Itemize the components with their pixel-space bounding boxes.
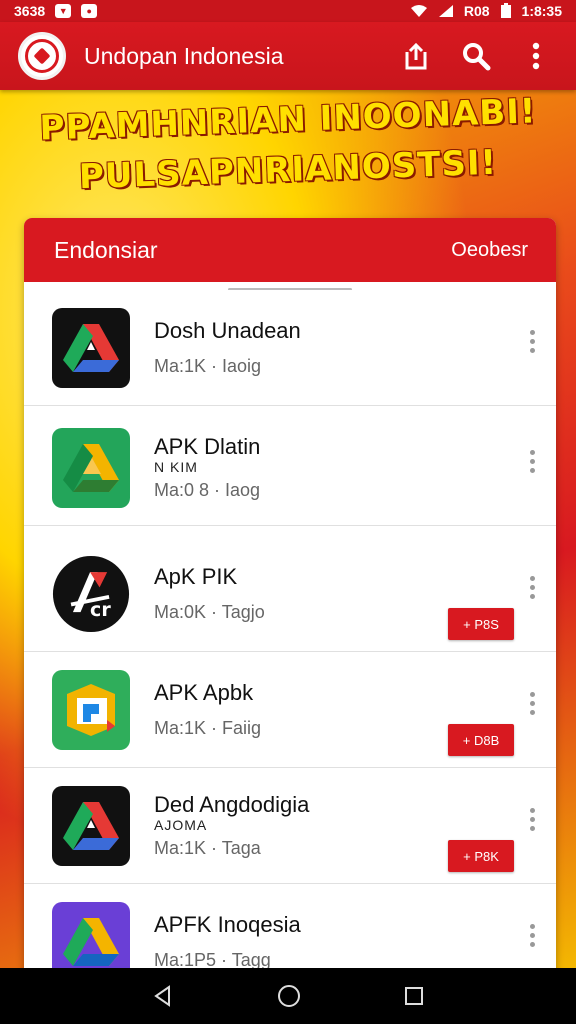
app-name: Dosh Unadean	[154, 318, 301, 343]
status-time-right: 1:8:35	[521, 3, 562, 19]
wifi-icon	[410, 5, 427, 17]
battery-icon	[500, 3, 511, 18]
app-list-card: Endonsiar Oeobesr Dosh Unadean Ma:1K · I…	[24, 218, 556, 978]
list-item[interactable]: APK Dlatin N KIM Ma:0 8 · Iaog	[24, 410, 556, 526]
more-vert-icon[interactable]	[526, 576, 538, 599]
apk-green-square-icon	[52, 669, 130, 750]
app-meta: Ma:1K · Iaoig	[154, 356, 262, 376]
more-vert-icon[interactable]	[526, 692, 538, 715]
svg-text:cr: cr	[90, 598, 111, 620]
battery-text: R08	[463, 3, 490, 19]
app-name: APK Dlatin	[154, 434, 261, 459]
card-header-left[interactable]: Endonsiar	[54, 237, 158, 264]
app-bar: Undopan Indonesia	[0, 22, 576, 90]
drive-purple-icon	[52, 901, 130, 978]
notification-icon: ●	[81, 4, 98, 18]
more-vert-icon[interactable]	[526, 924, 538, 947]
card-header-right[interactable]: Oeobesr	[451, 239, 528, 262]
more-vert-icon[interactable]	[514, 34, 558, 78]
app-title: Undopan Indonesia	[84, 42, 284, 69]
card-header: Endonsiar Oeobesr	[24, 218, 556, 282]
app-subtitle: AJOMA	[154, 817, 208, 833]
list-item[interactable]: Dosh Unadean Ma:1K · Iaoig	[24, 290, 556, 406]
app-name: APK Apbk	[154, 680, 254, 705]
app-meta: Ma:0 8 · Iaog	[154, 480, 261, 500]
drive-green-icon	[52, 427, 130, 508]
recents-icon[interactable]	[403, 985, 425, 1007]
install-button[interactable]: + P8K	[448, 840, 514, 872]
status-time-left: 3638	[14, 3, 46, 19]
drive-dark-icon	[52, 307, 130, 388]
app-name: APFK Inoqesia	[154, 912, 301, 937]
home-icon[interactable]	[276, 983, 302, 1009]
more-vert-icon[interactable]	[526, 808, 538, 831]
more-vert-icon[interactable]	[526, 330, 538, 353]
search-icon[interactable]	[454, 34, 498, 78]
list-item[interactable]: cr ApK PIK Ma:0K · Tagjo + P8S	[24, 536, 556, 652]
install-button[interactable]: + P8S	[448, 608, 514, 640]
app-subtitle: N KIM	[154, 459, 198, 475]
app-name: ApK PIK	[154, 564, 238, 589]
navigation-bar	[0, 968, 576, 1024]
back-icon[interactable]	[151, 984, 175, 1008]
more-vert-icon[interactable]	[526, 450, 538, 473]
status-bar: 3638 ▼ ● R08 1:8:35	[0, 0, 576, 22]
notification-icon: ▼	[55, 4, 72, 18]
install-button[interactable]: + D8B	[448, 724, 514, 756]
apk-black-circle-icon: cr	[52, 554, 130, 634]
logo-seal-icon[interactable]	[18, 32, 66, 80]
list-item[interactable]: APFK Inoqesia Ma:1P5 · Tagg	[24, 884, 556, 978]
drive-dark-icon	[52, 785, 130, 866]
app-name: Ded Angdodigia	[154, 792, 310, 817]
share-icon[interactable]	[394, 34, 438, 78]
list-item[interactable]: APK Apbk Ma:1K · Faiig + D8B	[24, 652, 556, 768]
signal-icon	[438, 5, 453, 17]
list-item[interactable]: Ded Angdodigia AJOMA Ma:1K · Taga + P8K	[24, 768, 556, 884]
